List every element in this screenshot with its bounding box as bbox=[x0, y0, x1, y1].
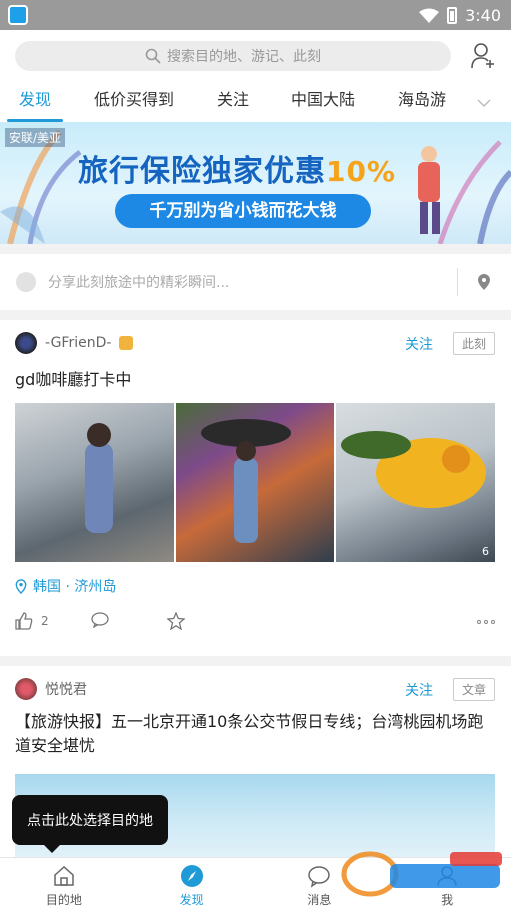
like-button[interactable]: 2 bbox=[15, 612, 49, 630]
more-options-icon[interactable] bbox=[477, 620, 495, 624]
tab-mainland-china[interactable]: 中国大陆 bbox=[291, 86, 355, 122]
wifi-icon bbox=[419, 8, 440, 23]
avatar[interactable] bbox=[15, 332, 37, 354]
post-title[interactable]: gd咖啡廳打卡中 bbox=[15, 366, 131, 390]
banner-partner-tag: 安联/美亚 bbox=[5, 128, 66, 147]
header: 搜索目的地、游记、此刻 发现 低价买得到 关注 中国大陆 海岛游 bbox=[0, 30, 511, 122]
status-bar: 3:40 bbox=[0, 0, 511, 30]
like-count: 2 bbox=[41, 614, 49, 628]
category-tabs: 发现 低价买得到 关注 中国大陆 海岛游 bbox=[0, 86, 511, 122]
chevron-down-icon[interactable] bbox=[477, 96, 491, 110]
location-label: 韩国 · 济州岛 bbox=[33, 579, 117, 595]
post-photo[interactable]: 6 bbox=[336, 403, 496, 562]
user-avatar-placeholder bbox=[16, 272, 36, 292]
post-location[interactable]: 韩国 · 济州岛 bbox=[15, 576, 116, 596]
avatar[interactable] bbox=[15, 678, 37, 700]
nav-label: 消息 bbox=[307, 892, 332, 907]
photo-count: 6 bbox=[482, 545, 490, 558]
medal-icon bbox=[119, 336, 134, 350]
star-icon bbox=[167, 612, 185, 630]
banner-title: 旅行保险独家优惠10% bbox=[78, 154, 397, 189]
post-author[interactable]: 悦悦君 bbox=[15, 678, 87, 700]
photo-figure bbox=[85, 423, 113, 533]
post-actions: 2 bbox=[15, 612, 495, 636]
post-type-badge: 文章 bbox=[452, 678, 495, 701]
favorite-button[interactable] bbox=[167, 612, 185, 630]
share-moment-input[interactable]: 分享此刻旅途中的精彩瞬间... bbox=[0, 254, 511, 310]
thumbs-up-icon bbox=[15, 612, 33, 630]
battery-icon bbox=[447, 7, 458, 24]
divider bbox=[457, 268, 458, 296]
add-user-icon[interactable] bbox=[471, 42, 495, 70]
nav-label: 发现 bbox=[179, 892, 204, 907]
app-notification-icon bbox=[8, 5, 28, 25]
tab-island-travel[interactable]: 海岛游 bbox=[398, 86, 446, 122]
photo-grid: 6 bbox=[15, 403, 496, 562]
post-title[interactable]: 【旅游快报】五一北京开通10条公交节假日专线；台湾桃园机场跑道安全堪忧 bbox=[15, 710, 495, 758]
banner-subtitle: 千万别为省小钱而花大钱 bbox=[115, 194, 371, 228]
tab-follow[interactable]: 关注 bbox=[217, 86, 249, 122]
follow-button[interactable]: 关注 bbox=[405, 334, 433, 354]
clock: 3:40 bbox=[465, 6, 501, 25]
location-pin-icon[interactable] bbox=[478, 274, 490, 290]
nav-destination[interactable]: 目的地 bbox=[0, 858, 128, 913]
message-icon bbox=[308, 865, 331, 888]
comment-icon bbox=[91, 612, 109, 628]
banner-highlight: 10% bbox=[326, 155, 397, 188]
comment-button[interactable] bbox=[91, 612, 109, 628]
location-icon bbox=[15, 578, 27, 594]
follow-button[interactable]: 关注 bbox=[405, 680, 433, 700]
promo-banner[interactable]: 安联/美亚 旅行保险独家优惠10% 千万别为省小钱而花大钱 bbox=[0, 122, 511, 244]
search-input[interactable]: 搜索目的地、游记、此刻 bbox=[15, 41, 451, 71]
watermark-logo bbox=[341, 851, 502, 897]
search-placeholder: 搜索目的地、游记、此刻 bbox=[167, 49, 321, 65]
nav-label: 目的地 bbox=[45, 892, 82, 907]
post-photo[interactable] bbox=[175, 403, 335, 562]
author-name[interactable]: -GFrienD- bbox=[45, 335, 111, 351]
post-author[interactable]: -GFrienD- bbox=[15, 332, 134, 354]
tab-discover[interactable]: 发现 bbox=[6, 86, 64, 122]
photo-figure bbox=[341, 431, 487, 508]
home-icon bbox=[54, 865, 74, 886]
post-card[interactable]: -GFrienD- 关注 此刻 gd咖啡廳打卡中 6 韩国 · 济州岛 2 bbox=[0, 320, 511, 656]
share-placeholder: 分享此刻旅途中的精彩瞬间... bbox=[48, 275, 230, 291]
compass-icon bbox=[180, 864, 203, 887]
destination-tooltip: 点击此处选择目的地 bbox=[12, 795, 168, 853]
post-type-badge: 此刻 bbox=[452, 332, 495, 355]
nav-discover[interactable]: 发现 bbox=[128, 858, 256, 913]
tab-low-price[interactable]: 低价买得到 bbox=[94, 86, 174, 122]
post-photo[interactable] bbox=[15, 403, 174, 562]
search-icon bbox=[145, 48, 161, 64]
photo-figure bbox=[200, 419, 291, 543]
author-name[interactable]: 悦悦君 bbox=[45, 679, 87, 699]
